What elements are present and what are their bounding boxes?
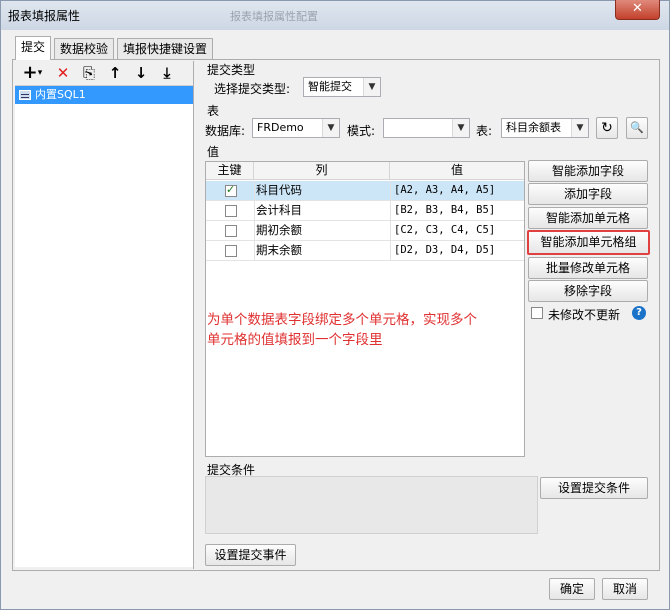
row-value: [A2, A3, A4, A5] xyxy=(394,184,496,196)
set-submit-condition-button[interactable]: 设置提交条件 xyxy=(540,477,648,499)
title-bar xyxy=(0,0,670,30)
chevron-down-icon: ▼ xyxy=(322,119,339,137)
database-label: 数据库: xyxy=(205,124,246,138)
table-value: 科目余额表 xyxy=(506,121,561,134)
column-header-key[interactable]: 主键 xyxy=(206,162,254,180)
row-value: [B2, B3, B4, B5] xyxy=(394,204,496,216)
smart-add-field-button[interactable]: 智能添加字段 xyxy=(528,160,648,182)
remove-field-button[interactable]: 移除字段 xyxy=(528,280,648,302)
primary-key-checkbox[interactable] xyxy=(225,205,237,217)
batch-modify-cell-button[interactable]: 批量修改单元格 xyxy=(528,257,648,279)
move-down-icon[interactable]: ↓ xyxy=(131,64,151,82)
search-icon: 🔍 xyxy=(630,121,644,134)
submit-condition-box xyxy=(205,476,538,534)
move-up-icon[interactable]: ↑ xyxy=(105,64,125,82)
table-group-label: 表 xyxy=(207,104,220,118)
no-update-label: 未修改不更新 xyxy=(548,308,621,322)
row-column: 会计科目 xyxy=(256,203,302,217)
submit-type-group-label: 提交类型 xyxy=(207,63,256,77)
column-header-value[interactable]: 值 xyxy=(390,162,524,180)
schema-select[interactable]: ▼ xyxy=(383,118,470,138)
close-button[interactable]: ✕ xyxy=(615,0,660,20)
table-label: 表: xyxy=(476,124,493,138)
column-divider xyxy=(254,181,255,261)
database-value: FRDemo xyxy=(257,121,304,134)
tree-item-sql1[interactable]: 内置SQL1 xyxy=(15,86,193,104)
delete-icon[interactable]: ✕ xyxy=(53,64,73,82)
annotation-line: 为单个数据表字段绑定多个单元格，实现多个 xyxy=(207,312,477,328)
tab-data-validation[interactable]: 数据校验 xyxy=(54,38,114,60)
row-column: 期初余额 xyxy=(256,223,302,237)
annotation-line: 单元格的值填报到一个字段里 xyxy=(207,332,383,348)
chevron-down-icon: ▼ xyxy=(571,119,588,137)
submit-type-value: 智能提交 xyxy=(308,80,352,93)
refresh-button[interactable]: ↻ xyxy=(596,117,618,139)
cancel-button[interactable]: 取消 xyxy=(602,578,648,600)
submit-type-select[interactable]: 智能提交 ▼ xyxy=(303,77,381,97)
no-update-checkbox[interactable] xyxy=(531,307,543,319)
database-select[interactable]: FRDemo ▼ xyxy=(252,118,340,138)
submit-type-label: 选择提交类型: xyxy=(214,82,291,96)
set-submit-event-button[interactable]: 设置提交事件 xyxy=(205,544,296,566)
values-group-label: 值 xyxy=(207,145,220,159)
row-value: [D2, D3, D4, D5] xyxy=(394,244,496,256)
copy-icon[interactable]: ⎘ xyxy=(79,64,99,82)
table-icon xyxy=(19,90,31,100)
row-value: [C2, C3, C4, C5] xyxy=(394,224,496,236)
help-icon[interactable]: ? xyxy=(632,306,646,320)
ok-button[interactable]: 确定 xyxy=(549,578,595,600)
table-select[interactable]: 科目余额表 ▼ xyxy=(501,118,589,138)
primary-key-checkbox[interactable] xyxy=(225,183,237,197)
primary-key-checkbox[interactable] xyxy=(225,225,237,237)
window-title: 报表填报属性 xyxy=(8,9,81,23)
tab-submit[interactable]: 提交 xyxy=(15,36,51,60)
column-divider xyxy=(390,181,391,261)
annotation-text: 为单个数据表字段绑定多个单元格，实现多个 单元格的值填报到一个字段里 xyxy=(207,310,517,350)
move-bottom-icon[interactable]: ⤓ xyxy=(157,64,177,82)
chevron-down-icon: ▼ xyxy=(452,119,469,137)
chevron-down-icon[interactable]: ▾ xyxy=(35,64,45,82)
tree-view[interactable] xyxy=(15,85,193,567)
preview-button[interactable]: 🔍 xyxy=(626,117,648,139)
chevron-down-icon: ▼ xyxy=(363,78,380,96)
refresh-icon: ↻ xyxy=(601,120,613,136)
row-column: 期末余额 xyxy=(256,243,302,257)
schema-label: 模式: xyxy=(347,124,376,138)
background-window-title: 报表填报属性配置 xyxy=(230,10,318,23)
column-header-column[interactable]: 列 xyxy=(254,162,390,180)
smart-add-cell-group-button[interactable]: 智能添加单元格组 xyxy=(527,230,650,255)
smart-add-cell-button[interactable]: 智能添加单元格 xyxy=(528,207,648,229)
tab-shortcut-settings[interactable]: 填报快捷键设置 xyxy=(117,38,213,60)
add-field-button[interactable]: 添加字段 xyxy=(528,183,648,205)
row-column: 科目代码 xyxy=(256,183,302,197)
primary-key-checkbox[interactable] xyxy=(225,245,237,257)
